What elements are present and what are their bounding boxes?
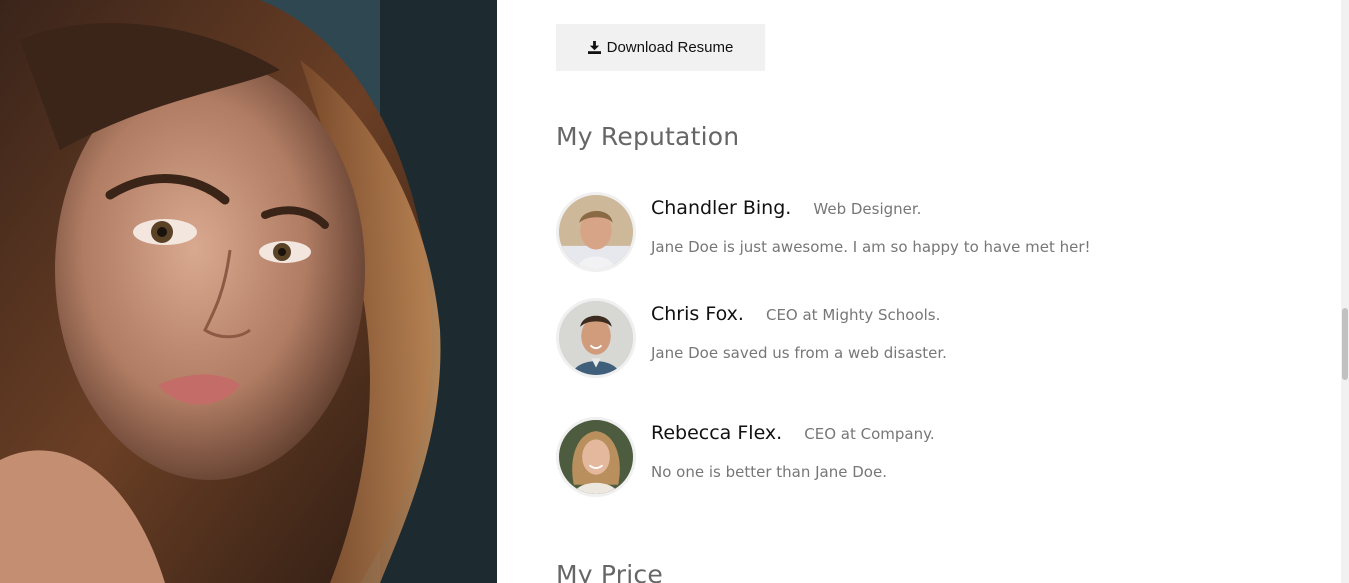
review-item: Rebecca Flex. CEO at Company. No one is … (556, 417, 1256, 497)
main-content: Download Resume My Reputation Chandler B… (497, 0, 1341, 583)
avatar (556, 298, 636, 378)
price-heading: My Price (556, 560, 663, 583)
download-icon (587, 41, 601, 54)
reviewer-name: Chandler Bing. Web Designer. (651, 197, 921, 219)
review-quote: No one is better than Jane Doe. (651, 463, 887, 481)
reviewer-role: CEO at Company. (804, 425, 935, 443)
download-resume-button[interactable]: Download Resume (556, 24, 765, 71)
review-item: Chris Fox. CEO at Mighty Schools. Jane D… (556, 298, 1256, 378)
vertical-scrollbar[interactable] (1341, 0, 1349, 583)
scrollbar-thumb[interactable] (1342, 308, 1348, 380)
reviewer-name-text: Chandler Bing. (651, 197, 792, 219)
page: Download Resume My Reputation Chandler B… (0, 0, 1349, 583)
reviewer-role: CEO at Mighty Schools. (765, 306, 941, 324)
avatar (556, 192, 636, 272)
reviewer-name-text: Rebecca Flex. (651, 422, 783, 444)
reputation-heading: My Reputation (556, 122, 740, 151)
review-quote: Jane Doe saved us from a web disaster. (651, 344, 947, 362)
avatar (556, 417, 636, 497)
hero-portrait-image (0, 0, 497, 583)
reviewer-name: Rebecca Flex. CEO at Company. (651, 422, 935, 444)
download-resume-label: Download Resume (606, 39, 734, 56)
review-quote: Jane Doe is just awesome. I am so happy … (651, 238, 1091, 256)
reviewer-role: Web Designer. (813, 200, 922, 218)
reviewer-name-text: Chris Fox. (651, 303, 744, 325)
review-item: Chandler Bing. Web Designer. Jane Doe is… (556, 192, 1256, 272)
reviewer-name: Chris Fox. CEO at Mighty Schools. (651, 303, 940, 325)
